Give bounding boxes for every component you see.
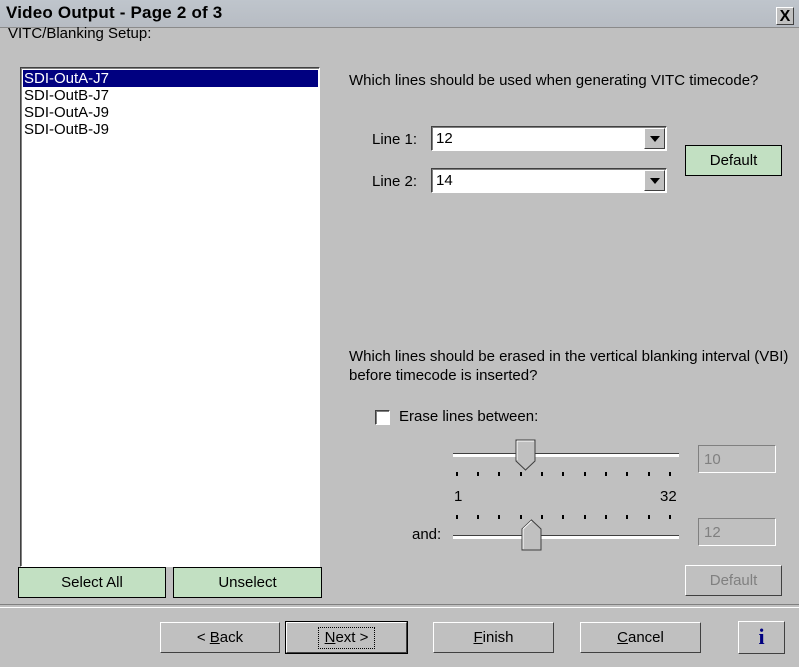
cancel-rest: ancel xyxy=(627,629,664,646)
slider2-track[interactable] xyxy=(453,535,679,539)
close-button[interactable]: X xyxy=(776,7,794,25)
slider1-value-field[interactable]: 10 xyxy=(698,445,776,473)
cancel-key: C xyxy=(617,629,628,646)
list-item[interactable]: SDI-OutB-J9 xyxy=(23,121,318,138)
slider1-ticks xyxy=(456,472,678,478)
unselect-button[interactable]: Unselect xyxy=(173,567,322,598)
slider1-thumb[interactable] xyxy=(515,439,537,471)
vitc-question: Which lines should be used when generati… xyxy=(349,72,759,89)
output-listbox[interactable]: SDI-OutA-J7 SDI-OutB-J7 SDI-OutA-J9 SDI-… xyxy=(20,67,320,567)
line1-label: Line 1: xyxy=(372,131,418,148)
next-focus: Next > xyxy=(317,627,376,649)
title-bar: Video Output - Page 2 of 3 X xyxy=(0,0,799,28)
back-prefix: < xyxy=(196,629,210,646)
list-item[interactable]: SDI-OutB-J7 xyxy=(23,87,318,104)
next-rest: ext > xyxy=(335,629,369,646)
chevron-down-icon[interactable] xyxy=(644,128,665,149)
slider-min-label: 1 xyxy=(454,488,463,505)
finish-rest: inish xyxy=(482,629,514,646)
finish-key: F xyxy=(473,629,483,646)
line2-combo[interactable]: 14 xyxy=(431,168,667,193)
back-button[interactable]: < Back xyxy=(160,622,280,653)
list-item[interactable]: SDI-OutA-J9 xyxy=(23,104,318,121)
next-button[interactable]: Next > xyxy=(285,621,408,654)
line1-combo[interactable]: 12 xyxy=(431,126,667,151)
vitc-default-button[interactable]: Default xyxy=(685,145,782,176)
slider2-value-field[interactable]: 12 xyxy=(698,518,776,546)
finish-button[interactable]: Finish xyxy=(433,622,554,653)
erase-lines-checkbox[interactable] xyxy=(375,410,390,425)
info-button[interactable]: i xyxy=(738,621,785,654)
select-all-button[interactable]: Select All xyxy=(18,567,166,598)
cancel-button[interactable]: Cancel xyxy=(580,622,701,653)
line2-value: 14 xyxy=(436,172,453,189)
slider2-ticks xyxy=(456,515,678,521)
info-icon: i xyxy=(758,624,765,649)
line2-label: Line 2: xyxy=(372,173,418,190)
next-key: N xyxy=(324,629,336,646)
erase-lines-label: Erase lines between: xyxy=(399,408,539,425)
line1-value: 12 xyxy=(436,130,453,147)
back-key: B xyxy=(209,629,220,646)
vbi-question: Which lines should be erased in the vert… xyxy=(349,348,789,384)
and-label: and: xyxy=(412,526,442,543)
slider1-track[interactable] xyxy=(453,453,679,457)
window-title: Video Output - Page 2 of 3 xyxy=(6,3,223,22)
chevron-down-icon[interactable] xyxy=(644,170,665,191)
group-label: VITC/Blanking Setup: xyxy=(8,25,152,42)
vbi-default-button[interactable]: Default xyxy=(685,565,782,596)
footer-separator xyxy=(0,604,799,608)
back-rest: ack xyxy=(219,629,244,646)
slider2-thumb[interactable] xyxy=(521,519,543,551)
slider-max-label: 32 xyxy=(660,488,677,505)
list-item[interactable]: SDI-OutA-J7 xyxy=(23,70,318,87)
